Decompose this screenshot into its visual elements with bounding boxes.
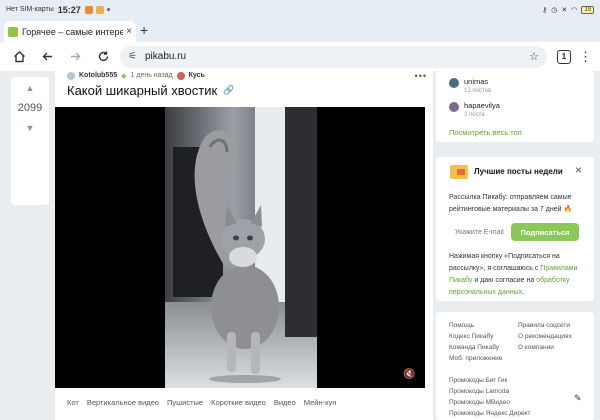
- mute-icon[interactable]: 🔇: [403, 369, 415, 380]
- author-avatar: [449, 78, 459, 88]
- browser-toolbar: ⚟ pikabu.ru ☆ 1 ⋮: [0, 42, 600, 71]
- promo-link[interactable]: Промокоды Биг Гик: [449, 375, 530, 386]
- best-posts-card: Лучшие посты недели × Рассылка Пикабу: о…: [436, 157, 594, 301]
- author-name[interactable]: hapaevilya: [464, 101, 500, 110]
- author-item[interactable]: hapaevilya 3 поста: [436, 101, 500, 118]
- author-badge-icon: ◆: [121, 72, 127, 80]
- tag[interactable]: Короткие видео: [211, 398, 266, 407]
- home-button[interactable]: [8, 46, 30, 68]
- battery-icon: 19: [581, 5, 594, 14]
- post-title[interactable]: Какой шикарный хвостик 🔗: [67, 83, 234, 98]
- post-meta: Kotolub555 ◆ 1 день назад Кусь •••: [67, 71, 427, 80]
- community-name[interactable]: Кусь: [189, 72, 205, 79]
- post-title-text[interactable]: Какой шикарный хвостик: [67, 83, 217, 98]
- footer-links-card: Помощь Кодекс Пикабу Команда Пикабу Моб.…: [436, 312, 594, 420]
- show-all-top-link[interactable]: Посмотреть весь топ: [449, 128, 522, 137]
- tag[interactable]: Пушистые: [167, 398, 203, 407]
- post-age: 1 день назад: [130, 72, 173, 79]
- forward-arrow-icon: [70, 52, 80, 61]
- notification-icon: [84, 5, 93, 14]
- footer-link[interactable]: Правила соцсети: [518, 320, 572, 331]
- author-name[interactable]: unimas: [464, 77, 491, 86]
- upvote-icon[interactable]: ▲: [26, 83, 35, 93]
- video-frame-cat: [55, 107, 425, 388]
- bookmark-star-icon[interactable]: ☆: [529, 50, 539, 63]
- tag[interactable]: Видео: [274, 398, 296, 407]
- clock: 15:27: [57, 4, 81, 15]
- email-field[interactable]: [449, 224, 518, 240]
- video-player[interactable]: 🔇: [55, 107, 425, 388]
- status-icons: ⚷ ◷ ✕ ◠ 19: [542, 5, 594, 14]
- author-post-count: 13 постов: [464, 88, 492, 94]
- post-card: Kotolub555 ◆ 1 день назад Кусь ••• Какой…: [55, 71, 433, 420]
- tag-list: Кот Вертикальное видео Пушистые Короткие…: [67, 398, 336, 407]
- newsletter-description: Рассылка Пикабу: отправляем самые рейтин…: [449, 192, 587, 216]
- back-button[interactable]: [36, 46, 58, 68]
- browser-tab[interactable]: Горячее – самые интересн ×: [4, 21, 136, 42]
- more-notifications-icon: [106, 8, 110, 11]
- envelope-icon: [450, 165, 468, 179]
- mute-icon: ✕: [561, 6, 568, 14]
- tag[interactable]: Кот: [67, 398, 79, 407]
- vote-count: 2099: [17, 102, 43, 114]
- consent-text: .: [522, 289, 525, 296]
- footer-link[interactable]: Моб. приложение: [449, 353, 502, 364]
- best-posts-title: Лучшие посты недели: [474, 167, 563, 176]
- newsletter-text: Рассылка Пикабу: отправляем самые рейтин…: [449, 194, 572, 213]
- home-icon: [13, 51, 25, 63]
- reload-icon: [98, 51, 108, 62]
- status-bar: Нет SIM-карты 15:27 ⚷ ◷ ✕ ◠ 19: [0, 0, 600, 19]
- alarm-icon: ◷: [551, 6, 558, 14]
- close-icon[interactable]: ×: [575, 163, 582, 177]
- site-settings-icon[interactable]: ⚟: [128, 51, 137, 62]
- new-tab-button[interactable]: +: [140, 22, 148, 38]
- address-bar[interactable]: ⚟ pikabu.ru ☆: [120, 45, 547, 68]
- tab-close-icon[interactable]: ×: [126, 26, 132, 37]
- promo-link[interactable]: Промокоды Яндекс Директ: [449, 408, 530, 419]
- footer-link[interactable]: Кодекс Пикабу: [449, 331, 502, 342]
- tab-switcher-button[interactable]: 1: [557, 49, 571, 64]
- author-avatar: [449, 102, 459, 112]
- top-authors-card: unimas 13 постов hapaevilya 3 поста Посм…: [436, 71, 594, 142]
- mail-icon: [95, 5, 104, 14]
- author-name[interactable]: Kotolub555: [79, 72, 117, 79]
- reload-button[interactable]: [92, 46, 114, 68]
- forward-button[interactable]: [64, 46, 86, 68]
- promo-link[interactable]: Промокоды МВидео: [449, 397, 530, 408]
- author-post-count: 3 поста: [464, 112, 485, 118]
- promo-link[interactable]: Промокоды Lamoda: [449, 386, 530, 397]
- author-avatar[interactable]: [67, 71, 75, 80]
- link-icon[interactable]: 🔗: [223, 85, 234, 96]
- post-menu-icon[interactable]: •••: [415, 71, 427, 80]
- consent-text: и даю согласие на: [472, 277, 537, 284]
- fire-icon: 🔥: [563, 206, 573, 213]
- subscribe-button[interactable]: Подписаться: [511, 223, 579, 241]
- wifi-icon: ◠: [571, 6, 578, 14]
- pikabu-favicon-icon: [8, 26, 18, 37]
- footer-links-column: Помощь Кодекс Пикабу Команда Пикабу Моб.…: [449, 320, 502, 364]
- footer-links-column: Правила соцсети О рекомендациях О компан…: [518, 320, 572, 353]
- tag[interactable]: Мейн-кун: [304, 398, 337, 407]
- consent-note: Нажимая кнопку «Подписаться на рассылку»…: [449, 251, 587, 299]
- community-avatar[interactable]: [176, 71, 185, 80]
- footer-link[interactable]: О рекомендациях: [518, 331, 572, 342]
- sim-status: Нет SIM-карты: [6, 6, 54, 13]
- back-arrow-icon: [42, 52, 52, 61]
- key-icon: ⚷: [542, 6, 548, 14]
- page-content: ▲ 2099 ▼ Kotolub555 ◆ 1 день назад Кусь …: [0, 71, 600, 420]
- footer-link[interactable]: О компании: [518, 342, 572, 353]
- browser-menu-icon[interactable]: ⋮: [579, 49, 592, 65]
- footer-link[interactable]: Команда Пикабу: [449, 342, 502, 353]
- tag[interactable]: Вертикальное видео: [87, 398, 159, 407]
- downvote-icon[interactable]: ▼: [26, 123, 35, 133]
- theme-paint-icon[interactable]: ✎: [574, 393, 582, 404]
- tab-title: Горячее – самые интересн: [22, 26, 124, 37]
- url-text[interactable]: pikabu.ru: [145, 51, 529, 62]
- vote-panel: ▲ 2099 ▼: [11, 77, 49, 205]
- tab-strip: Горячее – самые интересн ×: [0, 19, 600, 42]
- promo-links: Промокоды Биг Гик Промокоды Lamoda Промо…: [449, 375, 530, 419]
- author-item[interactable]: unimas 13 постов: [436, 77, 491, 94]
- footer-link[interactable]: Помощь: [449, 320, 502, 331]
